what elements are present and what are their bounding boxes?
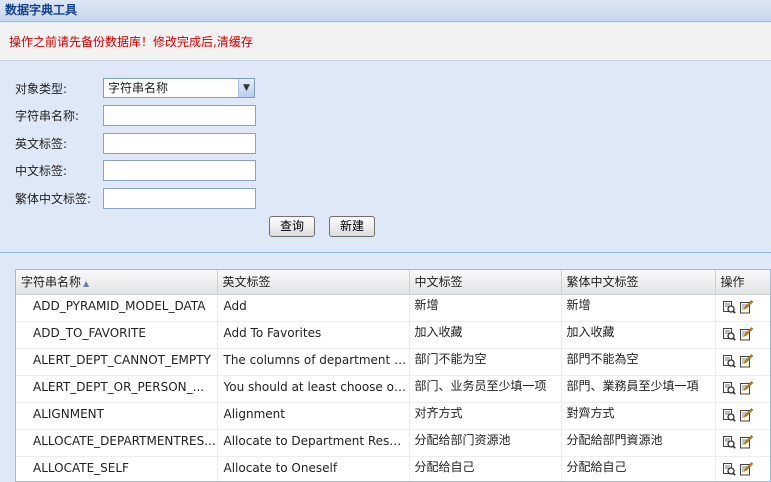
cell-actions (715, 402, 770, 430)
string-name-label: 字符串名称: (15, 109, 80, 123)
edit-icon[interactable] (739, 461, 753, 479)
table-body: ADD_PYRAMID_MODEL_DATA Add 新增 新增 ADD_TO_FAVO… (16, 294, 770, 481)
table-header: 字符串名称 ▲ 英文标签 中文标签 繁体中文标签 操作 (16, 270, 770, 295)
panel-separator (0, 252, 771, 255)
cell-traditional-label: 新增 (561, 294, 716, 322)
column-header-english-label[interactable]: 英文标签 (217, 270, 410, 295)
english-label-label: 英文标签: (15, 137, 68, 151)
cell-english-label: You should at least choose one ... (217, 375, 410, 403)
table-row[interactable]: ADD_TO_FAVORITE Add To Favorites 加入收藏 加入收藏 (16, 321, 770, 349)
query-button[interactable]: 查询 (269, 216, 315, 237)
cell-traditional-label: 分配給自己 (561, 456, 716, 481)
column-header-chinese-label[interactable]: 中文标签 (409, 270, 562, 295)
cell-chinese-label: 部门不能为空 (409, 348, 562, 376)
cell-chinese-label: 分配给自己 (409, 456, 562, 481)
chinese-label-label: 中文标签: (15, 164, 68, 178)
preview-icon[interactable] (722, 435, 736, 452)
column-header-actions: 操作 (715, 270, 770, 295)
cell-actions (715, 348, 770, 376)
cell-chinese-label: 对齐方式 (409, 402, 562, 430)
table-row[interactable]: ALIGNMENT Alignment 对齐方式 對齊方式 (16, 402, 770, 430)
cell-actions (715, 375, 770, 403)
edit-icon[interactable] (739, 407, 753, 425)
cell-string-name: ADD_PYRAMID_MODEL_DATA (16, 294, 218, 322)
cell-english-label: Add To Favorites (217, 321, 410, 349)
cell-traditional-label: 分配給部門資源池 (561, 429, 716, 457)
cell-string-name: ALLOCATE_SELF (16, 456, 218, 481)
cell-english-label: Allocate to Oneself (217, 456, 410, 481)
string-name-input[interactable] (103, 105, 256, 126)
column-header-string-name[interactable]: 字符串名称 ▲ (16, 270, 218, 295)
window-title: 数据字典工具 (0, 0, 771, 22)
english-label-input[interactable] (103, 133, 256, 154)
preview-icon[interactable] (722, 381, 736, 398)
cell-string-name: ALERT_DEPT_CANNOT_EMPTY (16, 348, 218, 376)
table-row[interactable]: ALLOCATE_SELF Allocate to Oneself 分配给自己 分配給… (16, 456, 770, 481)
dictionary-table: 字符串名称 ▲ 英文标签 中文标签 繁体中文标签 操作 ADD_PYRAMID_M… (16, 270, 770, 481)
table-row[interactable]: ALERT_DEPT_OR_PERSON_... You should at le… (16, 375, 770, 403)
preview-icon[interactable] (722, 462, 736, 479)
cell-traditional-label: 對齊方式 (561, 402, 716, 430)
cell-english-label: Alignment (217, 402, 410, 430)
cell-string-name: ALLOCATE_DEPARTMENTRES... (16, 429, 218, 457)
cell-traditional-label: 部門不能為空 (561, 348, 716, 376)
edit-icon[interactable] (739, 353, 753, 371)
cell-string-name: ALERT_DEPT_OR_PERSON_... (16, 375, 218, 403)
object-type-select[interactable]: 字符串名称 ▼ (103, 78, 255, 98)
object-type-value: 字符串名称 (108, 81, 169, 95)
column-header-traditional-label[interactable]: 繁体中文标签 (561, 270, 716, 295)
chevron-down-icon[interactable]: ▼ (238, 79, 254, 97)
cell-english-label: The columns of department can... (217, 348, 410, 376)
traditional-label-label: 繁体中文标签: (15, 192, 92, 206)
sort-ascending-icon: ▲ (83, 279, 90, 289)
cell-string-name: ALIGNMENT (16, 402, 218, 430)
preview-icon[interactable] (722, 408, 736, 425)
new-button[interactable]: 新建 (329, 216, 375, 237)
cell-chinese-label: 分配给部门资源池 (409, 429, 562, 457)
search-form: 对象类型: 字符串名称 ▼ 字符串名称: 英文标签: 中文标签: 繁体中文标签:… (0, 62, 771, 252)
preview-icon[interactable] (722, 354, 736, 371)
cell-chinese-label: 加入收藏 (409, 321, 562, 349)
cell-traditional-label: 加入收藏 (561, 321, 716, 349)
dictionary-grid: 字符串名称 ▲ 英文标签 中文标签 繁体中文标签 操作 ADD_PYRAMID_M… (15, 269, 771, 482)
preview-icon[interactable] (722, 300, 736, 317)
cell-chinese-label: 新增 (409, 294, 562, 322)
table-row[interactable]: ALLOCATE_DEPARTMENTRES... Allocate to Dep… (16, 429, 770, 457)
object-type-label: 对象类型: (15, 82, 68, 96)
cell-actions (715, 456, 770, 481)
edit-icon[interactable] (739, 434, 753, 452)
cell-english-label: Add (217, 294, 410, 322)
preview-icon[interactable] (722, 327, 736, 344)
backup-warning: 操作之前请先备份数据库！修改完成后,清缓存 (0, 23, 771, 61)
table-row[interactable]: ADD_PYRAMID_MODEL_DATA Add 新增 新增 (16, 294, 770, 322)
chinese-label-input[interactable] (103, 160, 256, 181)
edit-icon[interactable] (739, 380, 753, 398)
cell-traditional-label: 部門、業務員至少填一項 (561, 375, 716, 403)
cell-english-label: Allocate to Department Resourc... (217, 429, 410, 457)
traditional-label-input[interactable] (103, 188, 256, 209)
cell-chinese-label: 部门、业务员至少填一项 (409, 375, 562, 403)
cell-actions (715, 429, 770, 457)
edit-icon[interactable] (739, 299, 753, 317)
cell-actions (715, 294, 770, 322)
table-row[interactable]: ALERT_DEPT_CANNOT_EMPTY The columns of de… (16, 348, 770, 376)
edit-icon[interactable] (739, 326, 753, 344)
cell-actions (715, 321, 770, 349)
cell-string-name: ADD_TO_FAVORITE (16, 321, 218, 349)
